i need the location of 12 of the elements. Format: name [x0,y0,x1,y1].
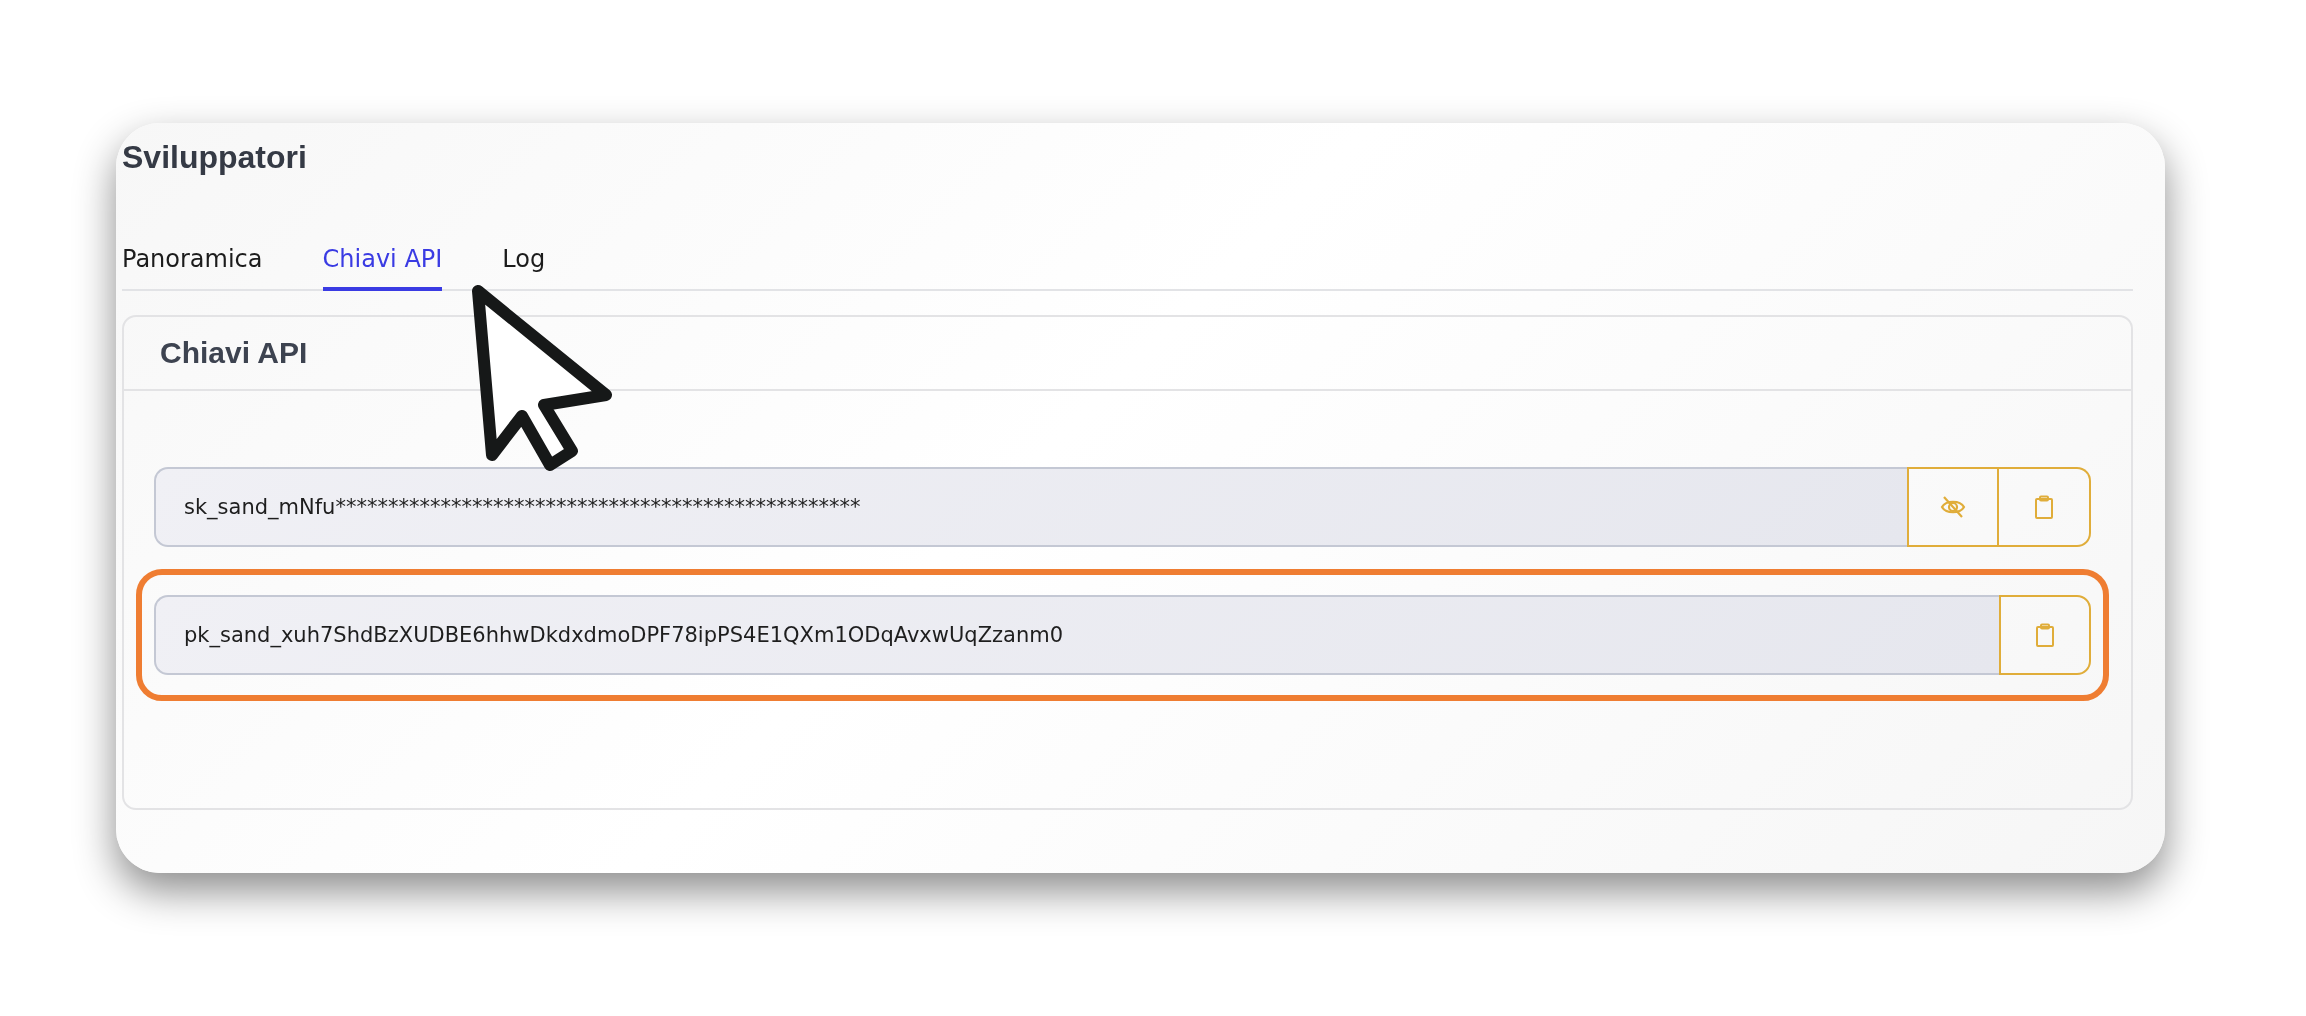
panel-title: Chiavi API [160,335,308,370]
copy-button[interactable] [1999,594,2091,675]
api-key-field[interactable]: pk_sand_xuh7ShdBzXUDBE6hhwDkdxdmoDPF78ipPS4E1QXm1ODqAvxwUqZzanm0 [154,594,1999,675]
tab[interactable]: Panoramica [122,244,263,291]
tab[interactable]: Chiavi API [322,244,443,291]
clipboard-icon [2035,622,2055,647]
tab[interactable]: Log [502,244,546,291]
copy-button[interactable] [1999,466,2091,547]
reveal-button[interactable] [1907,466,1999,547]
page-title: Sviluppatori [122,138,308,177]
clipboard-icon [2034,494,2054,519]
api-key-field[interactable]: sk_sand_mNfu************************************************** [154,466,1907,547]
